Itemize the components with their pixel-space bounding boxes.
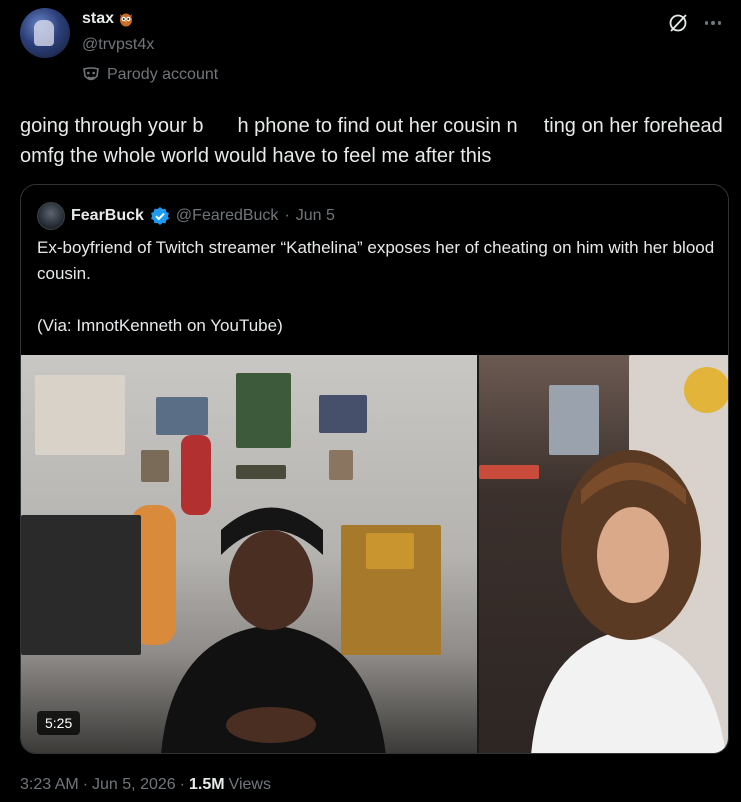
quoted-display-name[interactable]: FearBuck <box>71 207 144 225</box>
tweet-header: stax @trvpst4x Parody account <box>20 8 725 98</box>
tweet-text: going through your b h phone to find out … <box>20 111 725 171</box>
separator-dot: · <box>179 776 185 793</box>
parody-mask-icon <box>83 67 99 81</box>
wall-poster <box>156 397 208 435</box>
author-handle[interactable]: @trvpst4x <box>82 36 154 54</box>
quoted-avatar[interactable] <box>37 202 65 230</box>
verified-badge-icon <box>150 207 169 225</box>
parody-badge: Parody account <box>82 66 218 84</box>
author-display-name[interactable]: stax <box>82 10 114 28</box>
views-label: Views <box>228 776 271 793</box>
separator-dot: · <box>82 776 89 793</box>
owl-icon <box>120 13 133 27</box>
video-duration-badge: 5:25 <box>37 711 81 735</box>
avatar[interactable] <box>20 8 70 58</box>
more-options-icon[interactable] <box>701 14 725 32</box>
quoted-date[interactable]: Jun 5 <box>296 207 335 225</box>
wall-poster <box>329 450 353 480</box>
views-count: 1.5M <box>188 776 225 793</box>
video-media[interactable]: 5:25 <box>21 355 728 753</box>
separator-dot: · <box>284 207 290 224</box>
video-left-panel <box>21 355 478 753</box>
grok-icon[interactable] <box>667 12 689 34</box>
wall-poster <box>141 450 169 482</box>
chair <box>21 515 141 655</box>
wall-poster <box>35 375 125 455</box>
girl-figure <box>531 450 726 753</box>
quoted-tweet-text: Ex-boyfriend of Twitch streamer “Katheli… <box>37 238 715 335</box>
wall-poster <box>319 395 367 433</box>
streamer-figure <box>161 507 386 753</box>
parody-label: Parody account <box>107 66 219 83</box>
quoted-handle[interactable]: @FearedBuck <box>176 207 279 225</box>
wall-sign <box>236 465 286 479</box>
tweet-text-part2: h phone to find out her cousin n <box>237 115 518 137</box>
tweet-text-part1: going through your b <box>20 115 204 137</box>
tweet-time[interactable]: 3:23 AM <box>20 776 79 794</box>
wall-poster <box>236 373 291 448</box>
tweet-meta: 3:23 AM · Jun 5, 2026 · 1.5M Views <box>20 776 271 794</box>
tweet-date[interactable]: Jun 5, 2026 <box>92 776 176 794</box>
author-name-row[interactable]: stax <box>82 10 134 28</box>
quoted-tweet[interactable]: FearBuck @FearedBuck · Jun 5 Ex-boyfrien… <box>20 184 729 754</box>
quoted-tweet-header: FearBuck @FearedBuck · Jun 5 <box>37 202 335 230</box>
